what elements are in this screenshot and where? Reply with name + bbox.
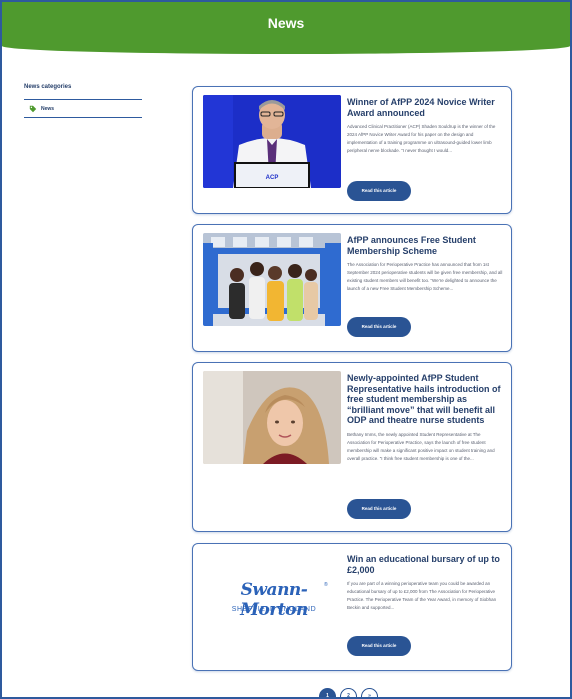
article-title[interactable]: Newly-appointed AfPP Student Representat… — [347, 373, 503, 426]
article-excerpt: Advanced Clinical Practitioner (ACP) Sha… — [347, 124, 496, 153]
article-card: Newly-appointed AfPP Student Representat… — [192, 362, 512, 532]
students-group-photo — [203, 233, 341, 326]
sidebar-item-news[interactable]: News — [24, 100, 142, 118]
sidebar-title: News categories — [24, 84, 142, 100]
page-2-button[interactable]: 2 — [340, 688, 357, 697]
article-card: AfPP announces Free Student Membership S… — [192, 224, 512, 352]
registered-mark: ® — [324, 582, 328, 588]
next-page-button[interactable]: » — [361, 688, 378, 697]
page-frame: News News categories News ACP Winner of … — [0, 0, 572, 699]
award-winner-photo: ACP — [203, 95, 341, 188]
article-title[interactable]: AfPP announces Free Student Membership S… — [347, 235, 503, 256]
sidebar-item-label: News — [41, 105, 55, 112]
student-representative-photo — [203, 371, 341, 464]
read-article-button[interactable]: Read this article — [347, 636, 411, 656]
read-article-button[interactable]: Read this article — [347, 181, 411, 201]
article-image[interactable] — [203, 371, 341, 464]
page-title: News — [267, 15, 305, 31]
tag-icon — [29, 105, 37, 112]
article-image[interactable]: Swann-Morton ® SHEFFIELD ENGLAND — [203, 552, 341, 645]
news-categories-sidebar: News categories News — [24, 84, 142, 118]
read-article-button[interactable]: Read this article — [347, 317, 411, 337]
page-1-button[interactable]: 1 — [319, 688, 336, 697]
article-title[interactable]: Winner of AfPP 2024 Novice Writer Award … — [347, 97, 503, 118]
svg-text:ACP: ACP — [266, 175, 279, 181]
swann-morton-logo: Swann-Morton — [240, 580, 308, 620]
article-excerpt: If you are part of a winning perioperati… — [347, 581, 497, 610]
article-card: Swann-Morton ® SHEFFIELD ENGLAND Win an … — [192, 543, 512, 671]
article-card: ACP Winner of AfPP 2024 Novice Writer Aw… — [192, 86, 512, 214]
page-header: News — [2, 2, 570, 54]
article-excerpt: The Association for Perioperative Practi… — [347, 262, 503, 291]
article-excerpt: Bethany Imms, the newly appointed Studen… — [347, 431, 495, 461]
article-title[interactable]: Win an educational bursary of up to £2,0… — [347, 554, 503, 575]
article-image[interactable] — [203, 233, 341, 326]
article-image[interactable]: ACP — [203, 95, 341, 188]
pagination: 1 2 » — [319, 688, 378, 697]
logo-subtitle: SHEFFIELD ENGLAND — [231, 606, 317, 613]
read-article-button[interactable]: Read this article — [347, 499, 411, 519]
